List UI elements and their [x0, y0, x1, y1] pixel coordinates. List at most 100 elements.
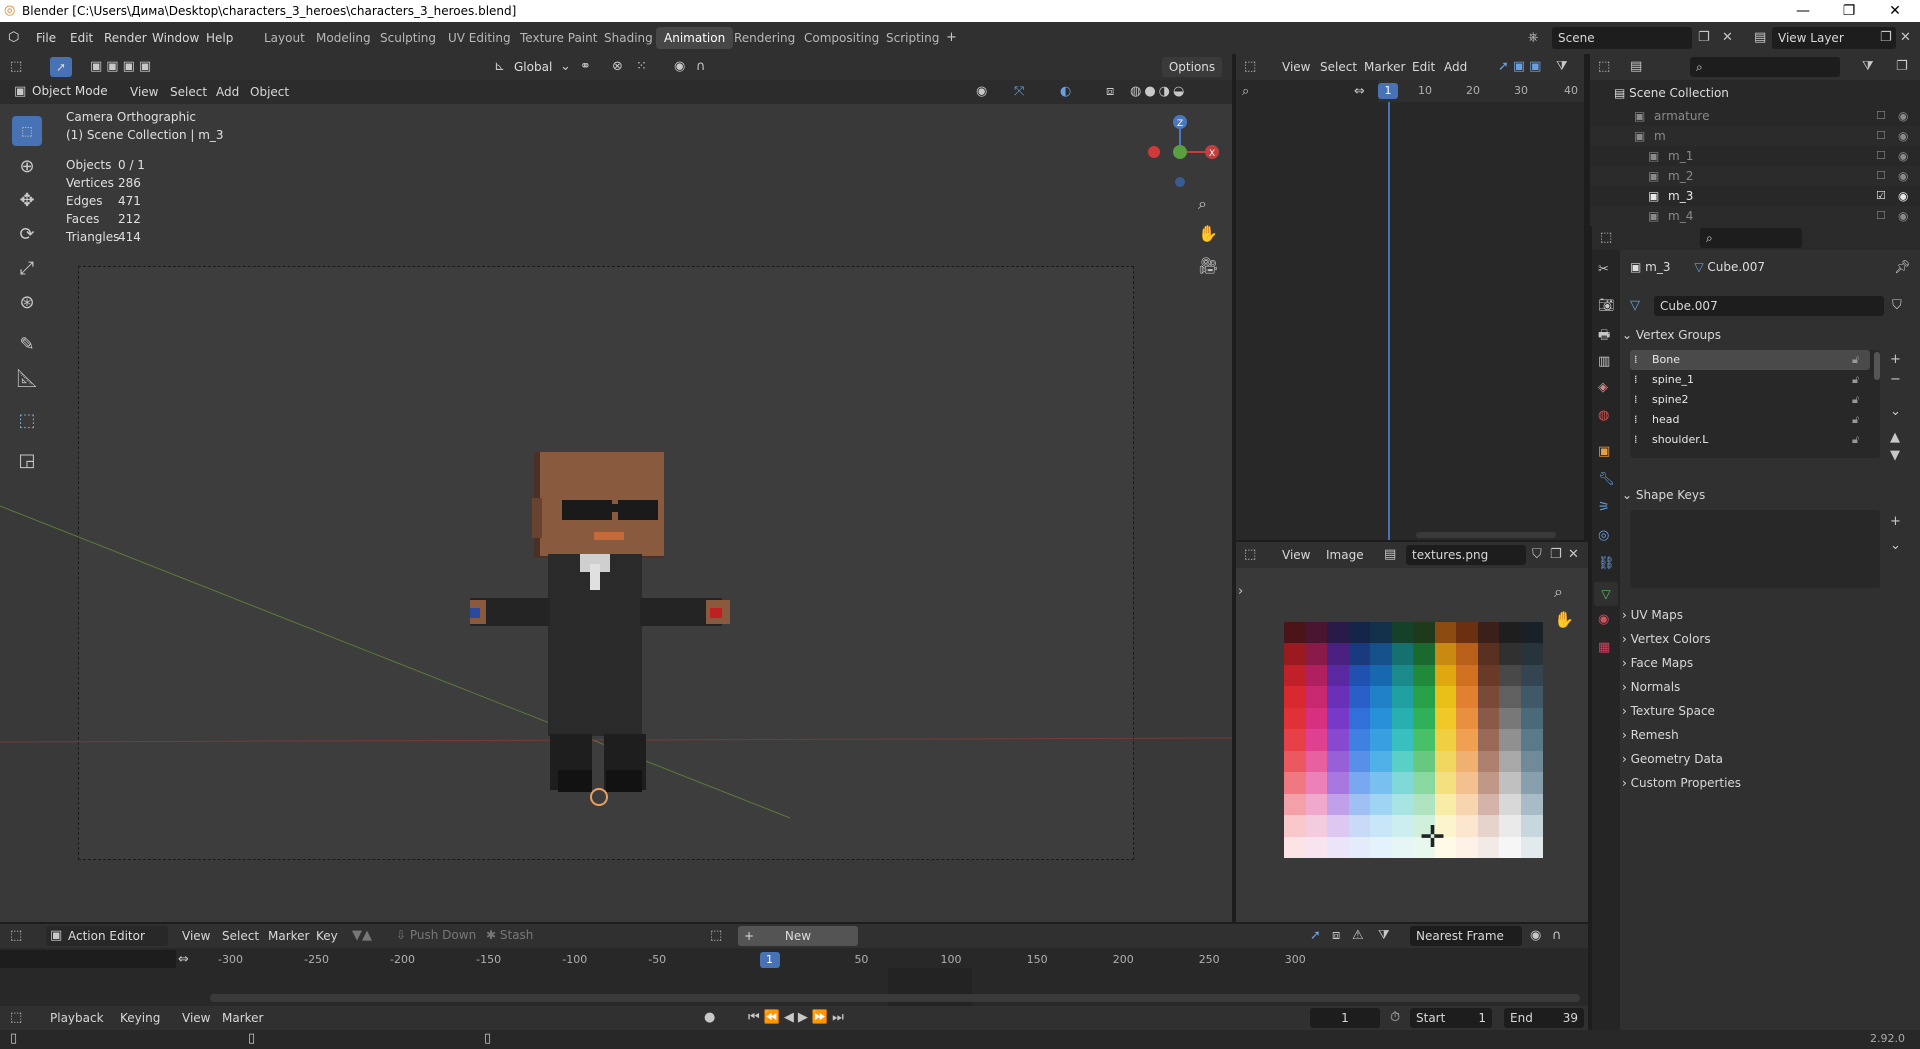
filter-funnel-icon[interactable]: ⧩: [1556, 59, 1568, 74]
action-search-input[interactable]: [0, 950, 176, 968]
uv-cursor-icon[interactable]: ✛: [1420, 820, 1445, 855]
properties-section[interactable]: › Custom Properties: [1622, 772, 1912, 794]
pan-hand-icon[interactable]: ✋: [1198, 224, 1218, 243]
properties-section[interactable]: › Remesh: [1622, 724, 1912, 746]
exclude-checkbox[interactable]: ☐: [1876, 206, 1886, 226]
dopesheet-menu-view[interactable]: View: [1276, 51, 1316, 83]
texture-palette-image[interactable]: [1284, 622, 1543, 859]
exclude-checkbox[interactable]: ☐: [1876, 126, 1886, 146]
eye-icon[interactable]: ◉: [1898, 166, 1908, 186]
outliner[interactable]: ⬚ ▤ ⌕ ⧩ ❐ ▤ Scene Collection ▣ armature ☐ ◉…: [1590, 54, 1920, 226]
mesh-browse-icon[interactable]: ▽: [1630, 298, 1640, 313]
push-down-button[interactable]: ⇩ Push Down: [396, 928, 476, 942]
character-model[interactable]: [470, 394, 730, 814]
new-image-icon[interactable]: ❐: [1550, 547, 1562, 562]
scene-remove-icon[interactable]: ✕: [1722, 30, 1733, 45]
remove-icon[interactable]: −: [1890, 372, 1901, 387]
properties-editor[interactable]: ⬚ ⌕ ✂ 📷︎ 🖶︎ ▥ ◈ ◍ ▣ 🔧︎ ⚞ ◎ ⛓ ▽ ◉ ▦ ▣ m_3…: [1592, 226, 1920, 1030]
data-tab-icon[interactable]: ▽: [1594, 582, 1618, 606]
properties-section[interactable]: › Texture Space: [1622, 700, 1912, 722]
vertex-group-item[interactable]: ⁞ Bone 🔓︎: [1630, 350, 1870, 370]
material-tab-icon[interactable]: ◉: [1598, 612, 1609, 627]
add-icon[interactable]: +: [1890, 514, 1901, 529]
dopesheet-menu-select[interactable]: Select: [1314, 51, 1363, 83]
properties-section[interactable]: › Geometry Data: [1622, 748, 1912, 770]
texture-tab-icon[interactable]: ▦: [1598, 640, 1610, 655]
properties-section[interactable]: › Face Maps: [1622, 652, 1912, 674]
shape-keys-panel-header[interactable]: ⌄ Shape Keys: [1622, 488, 1705, 502]
proportional-edit-icon[interactable]: ◉: [1530, 928, 1541, 943]
blender-menu-icon[interactable]: ⬡: [8, 30, 19, 45]
add-workspace-icon[interactable]: +: [946, 30, 957, 45]
action-mode-dropdown[interactable]: ▣ Action Editor: [46, 926, 168, 946]
output-tab-icon[interactable]: 🖶︎: [1598, 326, 1610, 348]
filter-icons[interactable]: ➚▣▣: [1498, 59, 1545, 74]
lock-icon[interactable]: 🔓︎: [1852, 410, 1859, 430]
tab-rendering[interactable]: Rendering: [726, 27, 803, 49]
scene-selector[interactable]: Scene: [1552, 27, 1692, 49]
stash-button[interactable]: ✱ Stash: [486, 928, 533, 942]
scene-copy-icon[interactable]: ❐: [1698, 30, 1710, 45]
current-frame-indicator[interactable]: 1: [1378, 83, 1398, 99]
move-up-icon[interactable]: ▲: [1890, 430, 1900, 445]
physics-tab-icon[interactable]: ◎: [1598, 528, 1609, 543]
action-scrollbar[interactable]: [210, 994, 1580, 1002]
outliner-item[interactable]: ▣ m_1 ☐ ◉: [1590, 146, 1920, 166]
clock-icon[interactable]: ⏱: [1390, 1010, 1400, 1025]
properties-section[interactable]: › Vertex Colors: [1622, 628, 1912, 650]
action-menu-key[interactable]: Key: [310, 920, 344, 952]
action-browse-icon[interactable]: ⬚: [710, 928, 722, 943]
dopesheet-editor[interactable]: ⬚ View Select Marker Edit Add ➚▣▣ ⧩ ⌕ ⇔ …: [1236, 54, 1584, 540]
only-errors-icon[interactable]: ⚠: [1352, 928, 1364, 943]
eye-icon[interactable]: ◉: [1898, 126, 1908, 146]
close-button[interactable]: ✕: [1872, 0, 1918, 22]
eye-icon[interactable]: ◉: [1898, 206, 1908, 226]
tab-uv-editing[interactable]: UV Editing: [440, 27, 519, 49]
swap-icon[interactable]: ⇔: [1354, 84, 1365, 99]
fake-user-icon[interactable]: ⛉: [1532, 547, 1542, 562]
tab-modeling[interactable]: Modeling: [308, 27, 379, 49]
vertex-groups-panel-header[interactable]: ⌄ Vertex Groups: [1622, 328, 1721, 342]
maximize-button[interactable]: ❐: [1826, 0, 1872, 22]
specials-chevron-icon[interactable]: ⌄: [1890, 404, 1901, 419]
sidebar-toggle-icon[interactable]: ›: [1238, 584, 1243, 599]
zoom-icon[interactable]: ⌕: [1198, 194, 1207, 214]
properties-search-input[interactable]: ⌕: [1700, 228, 1802, 248]
properties-section[interactable]: › UV Maps: [1622, 604, 1912, 626]
editor-type-icon[interactable]: ⬚: [1244, 547, 1256, 562]
only-selected-icon[interactable]: ➚: [1310, 928, 1321, 943]
list-scrollbar[interactable]: [1874, 352, 1880, 380]
editor-type-icon[interactable]: ⬚: [1598, 59, 1610, 74]
view-layer-tab-icon[interactable]: ▥: [1598, 354, 1610, 369]
modifier-tab-icon[interactable]: 🔧︎: [1598, 472, 1615, 487]
editor-type-icon[interactable]: ⬚: [1244, 59, 1256, 74]
tool-tab-icon[interactable]: ✂: [1598, 262, 1609, 277]
lock-icon[interactable]: 🔓︎: [1852, 350, 1859, 370]
outliner-item[interactable]: ▣ m_3 ☑ ◉: [1590, 186, 1920, 206]
dopesheet-menu-edit[interactable]: Edit: [1406, 51, 1441, 83]
dopesheet-menu-marker[interactable]: Marker: [1358, 51, 1411, 83]
tab-compositing[interactable]: Compositing: [796, 27, 887, 49]
vertex-group-item[interactable]: ⁞ shoulder.L 🔓︎: [1630, 430, 1870, 450]
layer-prev-icon[interactable]: ▼▲: [352, 928, 372, 943]
show-hidden-icon[interactable]: ⧈: [1332, 928, 1340, 943]
outliner-item[interactable]: ▣ m ☐ ◉: [1590, 126, 1920, 146]
editor-type-icon[interactable]: ⬚: [10, 928, 22, 943]
image-menu-image[interactable]: Image: [1320, 539, 1370, 571]
menu-help[interactable]: Help: [200, 22, 239, 54]
properties-section[interactable]: › Normals: [1622, 676, 1912, 698]
object-tab-icon[interactable]: ▣: [1598, 444, 1610, 459]
pin-icon[interactable]: 📌︎: [1894, 260, 1911, 275]
outliner-item[interactable]: ▣ m_4 ☐ ◉: [1590, 206, 1920, 226]
vertex-group-item[interactable]: ⁞ head 🔓︎: [1630, 410, 1870, 430]
vertex-group-item[interactable]: ⁞ spine2 🔓︎: [1630, 390, 1870, 410]
new-action-button[interactable]: + New: [738, 926, 858, 946]
exclude-checkbox[interactable]: ☐: [1876, 146, 1886, 166]
dopesheet-menu-add[interactable]: Add: [1438, 51, 1473, 83]
particles-tab-icon[interactable]: ⚞: [1598, 500, 1610, 515]
exclude-checkbox[interactable]: ☐: [1876, 106, 1886, 126]
lock-icon[interactable]: 🔓︎: [1852, 390, 1859, 410]
minimize-button[interactable]: —: [1780, 0, 1826, 22]
zoom-icon[interactable]: ⌕: [1554, 582, 1563, 602]
eye-icon[interactable]: ◉: [1898, 146, 1908, 166]
